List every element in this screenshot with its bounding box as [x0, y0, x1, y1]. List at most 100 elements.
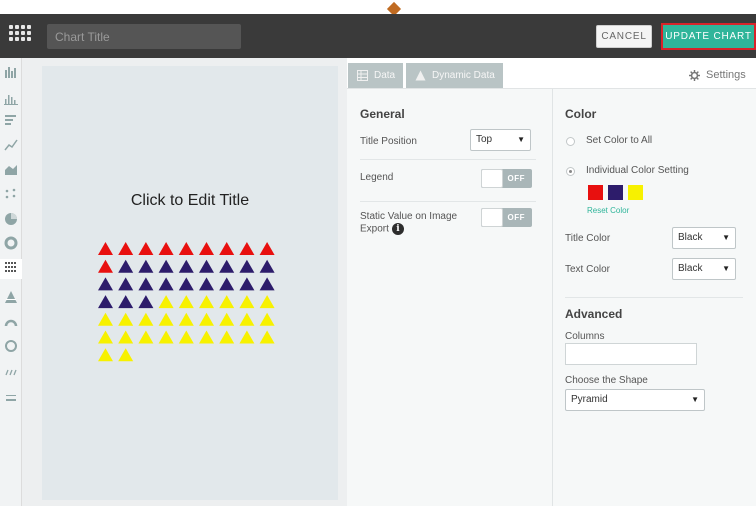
pictograph-triangle [259, 330, 275, 344]
pictograph-triangle [98, 348, 113, 362]
individual-color-radio[interactable] [566, 167, 575, 176]
text-color-select[interactable]: Black ▼ [672, 258, 736, 280]
pictograph-triangle [259, 295, 275, 309]
pictograph-triangle [199, 277, 214, 291]
pictograph-triangle [118, 312, 134, 326]
pictograph-icon[interactable] [0, 259, 22, 279]
pyramid-icon[interactable] [4, 290, 18, 304]
gear-icon [689, 70, 700, 81]
caret-down-icon: ▼ [517, 135, 525, 144]
area-chart-icon[interactable] [4, 162, 18, 176]
histogram-icon[interactable] [4, 91, 18, 105]
settings-panel: General Title Position Top ▼ Legend OFF … [347, 88, 756, 506]
pictograph-triangle [158, 277, 174, 291]
pictograph-triangle [178, 295, 194, 309]
tab-settings[interactable]: Settings [680, 63, 756, 88]
apps-grid-icon[interactable] [9, 25, 31, 47]
title-color-value: Black [678, 232, 703, 243]
pictograph-triangle [239, 259, 255, 273]
pictograph-triangle [178, 242, 194, 255]
pictograph-triangle [178, 312, 194, 326]
gauge-icon[interactable] [4, 315, 18, 329]
set-color-all-label: Set Color to All [586, 135, 653, 146]
caret-down-icon: ▼ [722, 264, 730, 273]
pictograph-triangle [219, 277, 235, 291]
title-position-label: Title Position [360, 136, 417, 147]
pictograph-chart [98, 242, 275, 362]
tab-data[interactable]: Data [348, 63, 403, 88]
pictograph-triangle [239, 295, 255, 309]
update-chart-button[interactable]: UPDATE CHART [661, 23, 756, 50]
pictograph-triangle [158, 295, 174, 309]
chart-editor: CANCEL UPDATE CHART [0, 0, 756, 506]
horizontal-bar-icon[interactable] [4, 113, 18, 127]
cancel-button[interactable]: CANCEL [596, 25, 652, 48]
chart-type-rail [0, 58, 22, 506]
tab-dynamic-label: Dynamic Data [432, 70, 495, 81]
legend-toggle[interactable]: OFF [481, 169, 532, 188]
shape-select[interactable]: Pyramid ▼ [565, 389, 705, 411]
pictograph-triangle [199, 295, 214, 309]
title-position-select[interactable]: Top ▼ [470, 129, 531, 151]
static-value-label: Static Value on Image [360, 211, 458, 222]
scatter-icon[interactable] [4, 187, 18, 201]
pictograph-triangle [158, 242, 174, 255]
pictograph-triangle [118, 259, 134, 273]
shape-value: Pyramid [571, 394, 608, 405]
color-swatch[interactable] [608, 185, 623, 200]
canvas-area: Click to Edit Title [22, 58, 347, 506]
color-swatch[interactable] [588, 185, 603, 200]
donut-chart-icon[interactable] [4, 236, 18, 250]
chart-title[interactable]: Click to Edit Title [42, 192, 338, 210]
chart-canvas[interactable]: Click to Edit Title [42, 66, 338, 500]
individual-color-label: Individual Color Setting [586, 165, 689, 176]
static-value-toggle-state: OFF [507, 213, 525, 222]
caret-down-icon: ▼ [722, 233, 730, 242]
color-swatch[interactable] [628, 185, 643, 200]
pictograph-triangle [158, 259, 174, 273]
circle-icon[interactable] [4, 339, 18, 353]
pictograph-triangle [98, 295, 113, 309]
tab-settings-label: Settings [706, 69, 746, 81]
info-icon[interactable]: i [391, 223, 404, 235]
panel-tabs: Data Dynamic Data Settings [347, 63, 756, 88]
dynamic-data-icon [415, 70, 426, 81]
reset-color-link[interactable]: Reset Color [587, 206, 629, 215]
pictograph-triangle [219, 242, 235, 255]
pictograph-triangle [239, 242, 255, 255]
pictograph-triangle [259, 242, 275, 255]
progress-icon[interactable] [4, 391, 18, 405]
pictograph-triangle [219, 259, 235, 273]
tab-dynamic-data[interactable]: Dynamic Data [406, 63, 503, 88]
pictograph-triangle [98, 312, 113, 326]
color-heading: Color [565, 107, 597, 121]
pictograph-triangle [259, 259, 275, 273]
title-position-value: Top [476, 134, 493, 145]
pictograph-triangle [219, 295, 235, 309]
table-icon [357, 70, 368, 81]
bar-chart-icon[interactable] [4, 65, 18, 79]
sparkline-icon[interactable] [4, 365, 18, 379]
pictograph-triangle [98, 259, 113, 273]
tab-data-label: Data [374, 70, 396, 81]
set-color-all-radio[interactable] [566, 137, 575, 146]
text-color-label: Text Color [565, 264, 611, 275]
line-chart-icon[interactable] [4, 138, 18, 152]
title-color-label: Title Color [565, 233, 611, 244]
columns-input[interactable] [565, 343, 697, 365]
color-swatches [588, 185, 648, 200]
static-value-toggle[interactable]: OFF [481, 208, 532, 227]
pictograph-triangle [199, 312, 214, 326]
title-color-select[interactable]: Black ▼ [672, 227, 736, 249]
pictograph-triangle [98, 277, 113, 291]
pie-chart-icon[interactable] [4, 212, 18, 226]
pictograph-triangle [158, 312, 174, 326]
chart-title-input[interactable] [47, 24, 241, 49]
pictograph-triangle [259, 312, 275, 326]
toggle-knob [481, 169, 503, 188]
columns-label: Columns [565, 331, 605, 342]
pictograph-triangle [199, 242, 214, 255]
shape-label: Choose the Shape [565, 375, 648, 386]
pictograph-triangle [219, 312, 235, 326]
static-value-export-text: Export [360, 223, 389, 235]
